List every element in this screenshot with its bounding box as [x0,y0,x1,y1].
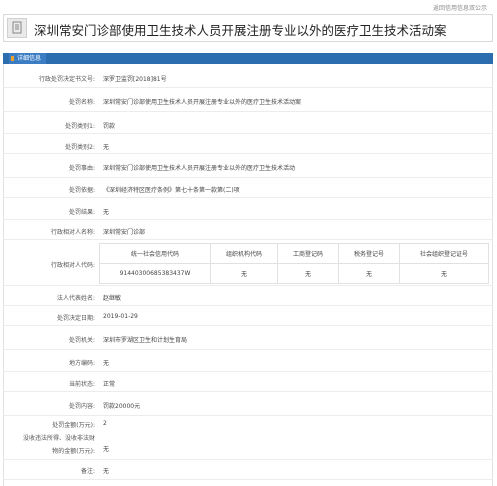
field-value: 深圳常安门诊部使用卫生技术人员开展注册专业以外的医疗卫生技术活动案 [103,99,302,106]
codes-header: 工商登记码 [277,243,339,264]
title-bar: 深圳常安门诊部使用卫生技术人员开展注册专业以外的医疗卫生技术活动案 [3,14,493,42]
codes-value: 无 [399,263,489,284]
tab-details[interactable]: 详细信息 [9,53,47,64]
field-label: 备注: [80,468,95,475]
field-value: 《深圳经济特区医疗条例》第七十条第一款第(二)项 [103,187,240,194]
field-label: 处罚类别2: [65,144,95,151]
field-label: 处罚结果: [68,209,95,216]
field-label: 行政相对人代码: [50,262,95,269]
section-header: 详细信息 [3,53,493,64]
field-value: 深圳常安门诊部 [103,229,146,236]
field-label: 法人代表姓名: [56,295,95,302]
codes-value-row: 91440300685383437W 无 无 无 无 [99,263,489,284]
field-label: 处罚内容: [68,403,95,410]
row-local-code: 地方编码: 无 [3,350,493,372]
field-label: 行政相对人名称: [50,229,95,236]
return-link[interactable]: 返回信用信息双公示 [433,3,487,12]
row-remark: 备注: 无 [3,460,493,480]
row-category1: 处罚类别1: 罚款 [3,112,493,134]
field-label-line1: 没收违法所得、没收非法财 [22,435,95,442]
field-value: 无 [103,360,110,367]
row-confiscated: 没收违法所得、没收非法财 物的金额(万元): 无 [3,430,493,460]
codes-header: 统一社会信用代码 [99,243,211,264]
field-label: 没收违法所得、没收非法财 物的金额(万元): [3,432,95,458]
field-value: 正常 [103,381,116,388]
row-basis: 处罚依据: 《深圳经济特区医疗条例》第七十条第一款第(二)项 [3,178,493,198]
field-label: 行政处罚决定书文号: [38,76,95,83]
field-label: 处罚金额(万元): [52,422,95,429]
field-value: 2 [103,420,107,427]
field-label: 处罚机关: [68,337,95,344]
codes-value: 无 [338,263,400,284]
codes-header: 社会组织登记证号 [399,243,489,264]
codes-header: 税务登记号 [338,243,400,264]
page-title: 深圳常安门诊部使用卫生技术人员开展注册专业以外的医疗卫生技术活动案 [34,23,447,38]
row-codes: 行政相对人代码: 统一社会信用代码 组织机构代码 工商登记码 税务登记号 社会组… [3,240,493,286]
field-value: 深圳常安门诊部使用卫生技术人员开展注册专业以外的医疗卫生技术活动 [103,165,296,172]
row-legal-rep: 法人代表姓名: 赵继敏 [3,286,493,306]
row-content: 处罚内容: 罚款20000元 [3,392,493,416]
field-value: 无 [103,446,110,453]
field-label: 处罚决定日期: [56,315,95,322]
row-result: 处罚结果: 无 [3,198,493,220]
field-value: 赵继敏 [103,295,122,302]
row-decision-date: 处罚决定日期: 2019-01-29 [3,306,493,326]
row-category2: 处罚类别2: 无 [3,134,493,154]
field-value: 无 [103,209,110,216]
field-label: 处罚事由: [68,165,95,172]
field-label: 当前状态: [68,381,95,388]
field-label: 处罚依据: [68,187,95,194]
row-counterpart: 行政相对人名称: 深圳常安门诊部 [3,220,493,240]
field-value: 罚款20000元 [103,403,141,410]
row-amount: 处罚金额(万元): 2 [3,416,493,430]
field-value: 2019-01-29 [103,313,138,320]
row-doc-no: 行政处罚决定书文号: 深罗卫监罚[2018]81号 [3,68,493,88]
codes-header-row: 统一社会信用代码 组织机构代码 工商登记码 税务登记号 社会组织登记证号 [99,243,489,264]
row-reason: 处罚事由: 深圳常安门诊部使用卫生技术人员开展注册专业以外的医疗卫生技术活动 [3,154,493,178]
codes-value: 91440300685383437W [99,263,211,284]
codes-header: 组织机构代码 [210,243,278,264]
field-value: 罚款 [103,123,116,130]
field-label: 地方编码: [68,360,95,367]
field-value: 无 [103,468,110,475]
codes-value: 无 [210,263,278,284]
field-label: 处罚类别1: [65,123,95,130]
document-icon [7,18,27,38]
field-label-line2: 物的金额(万元): [52,448,95,455]
field-value: 深圳市罗湖区卫生和计划生育局 [103,337,188,344]
row-authority: 处罚机关: 深圳市罗湖区卫生和计划生育局 [3,326,493,350]
codes-table: 统一社会信用代码 组织机构代码 工商登记码 税务登记号 社会组织登记证号 914… [99,243,489,284]
field-label: 处罚名称: [68,99,95,106]
row-status: 当前状态: 正常 [3,372,493,392]
field-value: 无 [103,144,110,151]
row-case-name: 处罚名称: 深圳常安门诊部使用卫生技术人员开展注册专业以外的医疗卫生技术活动案 [3,88,493,112]
codes-value: 无 [277,263,339,284]
field-value: 深罗卫监罚[2018]81号 [103,76,167,83]
